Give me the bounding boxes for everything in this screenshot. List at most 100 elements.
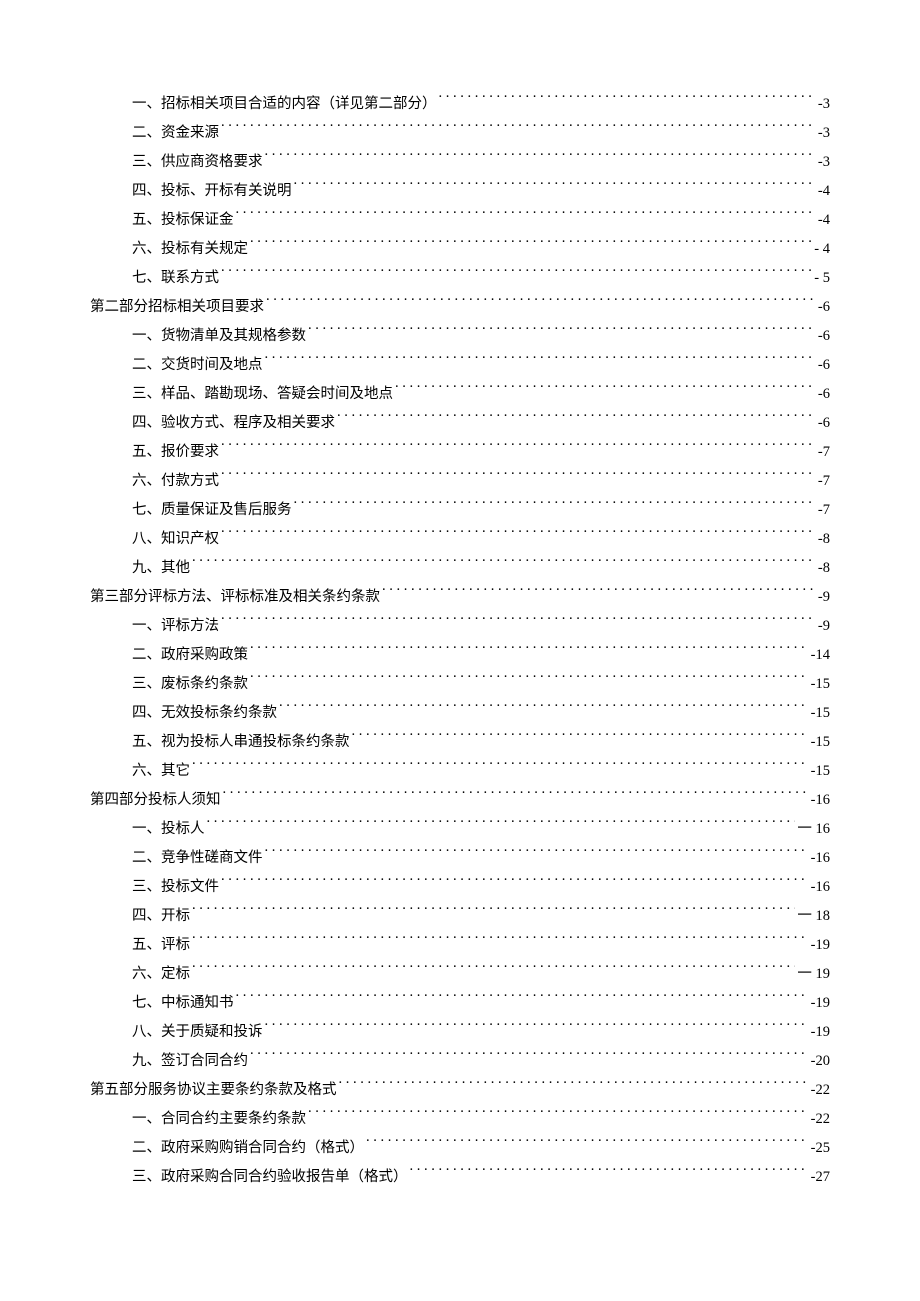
toc-entry: 一、货物清单及其规格参数-6: [90, 322, 830, 351]
toc-leader-dots: [265, 152, 816, 167]
toc-entry-label: 一、货物清单及其规格参数: [132, 322, 306, 351]
toc-entry-page: -9: [818, 612, 830, 641]
toc-entry-page: -3: [818, 90, 830, 119]
toc-leader-dots: [250, 674, 809, 689]
toc-leader-dots: [221, 471, 816, 486]
toc-entry: 二、政府采购购销合同合约（格式）-25: [90, 1134, 830, 1163]
toc-entry-label: 五、报价要求: [132, 438, 219, 467]
toc-entry-page: -19: [811, 1018, 830, 1047]
toc-leader-dots: [439, 94, 816, 109]
toc-entry-label: 二、竞争性磋商文件: [132, 844, 263, 873]
toc-leader-dots: [366, 1138, 809, 1153]
toc-entry-label: 第三部分评标方法、评标标准及相关条约条款: [90, 583, 380, 612]
toc-leader-dots: [410, 1167, 809, 1182]
toc-entry: 二、政府采购政策-14: [90, 641, 830, 670]
toc-entry-page: -9: [818, 583, 830, 612]
toc-entry: 三、废标条约条款-15: [90, 670, 830, 699]
toc-leader-dots: [221, 616, 816, 631]
toc-leader-dots: [250, 645, 809, 660]
toc-entry: 第五部分服务协议主要条约条款及格式-22: [90, 1076, 830, 1105]
toc-entry-label: 六、投标有关规定: [132, 235, 248, 264]
toc-entry-label: 六、付款方式: [132, 467, 219, 496]
toc-entry-page: -3: [818, 148, 830, 177]
toc-leader-dots: [352, 732, 809, 747]
toc-entry: 三、样品、踏勘现场、答疑会时间及地点 -6: [90, 380, 830, 409]
toc-entry: 六、投标有关规定 - 4: [90, 235, 830, 264]
toc-leader-dots: [221, 442, 816, 457]
toc-entry: 第二部分招标相关项目要求 -6: [90, 293, 830, 322]
toc-leader-dots: [266, 297, 816, 312]
toc-entry-label: 五、视为投标人串通投标条约条款: [132, 728, 350, 757]
toc-entry: 九、签订合同合约-20: [90, 1047, 830, 1076]
table-of-contents: 一、招标相关项目合适的内容（详见第二部分） -3 二、资金来源 -3 三、供应商资格要求…: [90, 90, 830, 1192]
toc-entry-label: 七、质量保证及售后服务: [132, 496, 292, 525]
toc-leader-dots: [265, 355, 816, 370]
toc-entry-label: 三、废标条约条款: [132, 670, 248, 699]
toc-entry-label: 九、其他: [132, 554, 190, 583]
toc-entry-page: -4: [818, 206, 830, 235]
toc-entry-label: 八、知识产权: [132, 525, 219, 554]
toc-entry-label: 七、中标通知书: [132, 989, 234, 1018]
toc-leader-dots: [192, 558, 816, 573]
toc-entry-page: -25: [811, 1134, 830, 1163]
toc-entry: 第三部分评标方法、评标标准及相关条约条款 -9: [90, 583, 830, 612]
toc-entry-page: -16: [811, 786, 830, 815]
toc-leader-dots: [192, 906, 795, 921]
toc-entry-page: -4: [818, 177, 830, 206]
toc-entry: 四、开标一 18: [90, 902, 830, 931]
toc-entry-label: 三、样品、踏勘现场、答疑会时间及地点: [132, 380, 393, 409]
toc-entry-label: 一、合同合约主要条约条款: [132, 1105, 306, 1134]
toc-entry-label: 八、关于质疑和投诉: [132, 1018, 263, 1047]
toc-entry-label: 一、招标相关项目合适的内容（详见第二部分）: [132, 90, 437, 119]
toc-entry-page: -22: [811, 1076, 830, 1105]
toc-entry: 六、定标一 19: [90, 960, 830, 989]
toc-entry-page: - 4: [814, 235, 830, 264]
toc-entry-page: -6: [818, 293, 830, 322]
toc-entry-label: 五、投标保证金: [132, 206, 234, 235]
toc-entry: 五、报价要求-7: [90, 438, 830, 467]
toc-entry-label: 第二部分招标相关项目要求: [90, 293, 264, 322]
toc-leader-dots: [294, 181, 816, 196]
toc-leader-dots: [221, 268, 812, 283]
toc-entry-page: -8: [818, 554, 830, 583]
toc-entry: 四、投标、开标有关说明-4: [90, 177, 830, 206]
toc-leader-dots: [192, 761, 809, 776]
toc-leader-dots: [265, 1022, 809, 1037]
toc-entry: 一、招标相关项目合适的内容（详见第二部分） -3: [90, 90, 830, 119]
toc-entry: 八、知识产权-8: [90, 525, 830, 554]
toc-entry: 三、投标文件-16: [90, 873, 830, 902]
toc-leader-dots: [308, 1109, 809, 1124]
toc-leader-dots: [337, 413, 816, 428]
toc-leader-dots: [339, 1080, 809, 1095]
toc-entry: 五、视为投标人串通投标条约条款-15: [90, 728, 830, 757]
toc-entry-page: 一 16: [797, 815, 830, 844]
toc-entry-page: -20: [811, 1047, 830, 1076]
toc-entry-label: 四、无效投标条约条款: [132, 699, 277, 728]
toc-leader-dots: [221, 529, 816, 544]
toc-entry: 第四部分投标人须知-16: [90, 786, 830, 815]
toc-leader-dots: [236, 993, 809, 1008]
toc-entry: 五、投标保证金 -4: [90, 206, 830, 235]
toc-entry-page: -15: [811, 699, 830, 728]
toc-entry: 一、评标方法 -9: [90, 612, 830, 641]
toc-leader-dots: [221, 877, 809, 892]
toc-leader-dots: [294, 500, 816, 515]
toc-entry: 七、中标通知书-19: [90, 989, 830, 1018]
toc-entry-label: 一、评标方法: [132, 612, 219, 641]
toc-entry-page: -22: [811, 1105, 830, 1134]
toc-entry-page: -6: [818, 409, 830, 438]
toc-entry-label: 四、开标: [132, 902, 190, 931]
toc-entry-label: 三、供应商资格要求: [132, 148, 263, 177]
toc-entry-page: -14: [811, 641, 830, 670]
toc-entry-label: 三、政府采购合同合约验收报告单（格式）: [132, 1163, 408, 1192]
toc-entry-page: -6: [818, 351, 830, 380]
toc-entry-page: -6: [818, 380, 830, 409]
toc-leader-dots: [250, 239, 812, 254]
toc-leader-dots: [382, 587, 816, 602]
toc-entry-page: -7: [818, 496, 830, 525]
toc-entry: 二、竞争性磋商文件-16: [90, 844, 830, 873]
toc-entry-page: -27: [811, 1163, 830, 1192]
toc-entry-page: -7: [818, 467, 830, 496]
toc-entry-label: 二、资金来源: [132, 119, 219, 148]
toc-entry: 四、验收方式、程序及相关要求-6: [90, 409, 830, 438]
